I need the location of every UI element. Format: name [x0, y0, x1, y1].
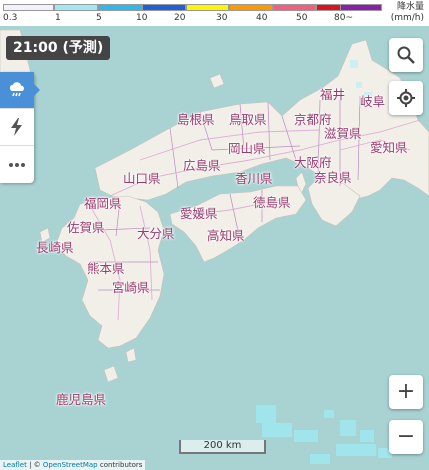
legend-color-8: [340, 4, 382, 11]
legend-tick: 30: [216, 13, 228, 23]
scale-label: 200 km: [203, 440, 242, 451]
pref-label-gifu: 岐阜: [360, 94, 386, 109]
precipitation-legend: 0.3 1 5 10 20 30 40 50 80~ 降水量 (mm/h): [0, 0, 429, 26]
legend-tick: 10: [136, 13, 148, 23]
pref-label-oita: 大分県: [137, 226, 175, 241]
legend-color-1: [54, 4, 98, 11]
zoom-in-icon: +: [396, 379, 416, 404]
more-icon: [9, 162, 25, 167]
locate-icon: [397, 89, 415, 107]
pref-label-ehime: 愛媛県: [180, 206, 218, 221]
map-attribution: Leaflet | © OpenStreetMap contributors: [0, 460, 146, 470]
rain-cloud-icon: [9, 82, 25, 97]
legend-color-4: [186, 4, 229, 11]
pref-label-okayama: 岡山県: [228, 141, 266, 156]
forecast-time-badge: 21:00 (予測): [6, 36, 111, 60]
legend-color-3: [142, 4, 186, 11]
leaflet-link[interactable]: Leaflet: [3, 461, 27, 469]
legend-title-text: 降水量: [396, 2, 424, 12]
pref-label-kumamoto: 熊本県: [87, 261, 125, 276]
pref-label-yamaguchi: 山口県: [123, 171, 161, 186]
osm-link[interactable]: OpenStreetMap: [43, 461, 98, 469]
layer-toolbar: [0, 72, 40, 183]
legend-tick: 80~: [334, 13, 353, 23]
map-stage[interactable]: 福井 岐阜 島根県 鳥取県 京都府 滋賀県 愛知県 岡山県 広島県 大阪府 山口…: [0, 0, 429, 470]
pref-label-fukui: 福井: [320, 87, 346, 102]
pref-label-fukuoka: 福岡県: [84, 196, 122, 211]
legend-color-0: [3, 4, 54, 11]
pref-label-saga: 佐賀県: [67, 220, 105, 235]
pref-label-kagoshima: 鹿児島県: [56, 392, 107, 407]
legend-color-5: [229, 4, 273, 11]
legend-title: 降水量 (mm/h): [391, 2, 424, 24]
attribution-tail: contributors: [97, 461, 143, 469]
legend-unit-text: (mm/h): [390, 13, 424, 23]
legend-color-6: [273, 4, 316, 11]
legend-tick: 40: [256, 13, 268, 23]
pref-label-shimane: 島根県: [177, 112, 215, 127]
rain-layer-button[interactable]: [0, 72, 40, 109]
scale-bar: 200 km: [179, 440, 266, 454]
legend-tick: 1: [55, 13, 61, 23]
pref-label-tokushima: 徳島県: [253, 195, 291, 210]
pref-label-hiroshima: 広島県: [183, 158, 221, 173]
lightning-icon: [11, 118, 22, 136]
search-button[interactable]: [389, 38, 423, 72]
pref-label-osaka: 大阪府: [294, 155, 332, 170]
pref-label-miyazaki: 宮崎県: [112, 280, 150, 295]
pref-label-kagawa: 香川県: [235, 171, 273, 186]
more-layers-button[interactable]: [0, 146, 34, 183]
zoom-out-button[interactable]: −: [389, 420, 423, 454]
legend-tick: 50: [296, 13, 308, 23]
legend-tick: 5: [96, 13, 102, 23]
search-icon: [397, 46, 415, 64]
lightning-layer-button[interactable]: [0, 109, 34, 146]
pref-label-tottori: 鳥取県: [229, 112, 267, 127]
pref-label-kochi: 高知県: [207, 228, 245, 243]
attribution-separator: | ©: [26, 461, 43, 469]
pref-label-aichi: 愛知県: [370, 140, 408, 155]
pref-label-nagasaki: 長崎県: [36, 240, 74, 255]
legend-tick: 0.3: [3, 13, 18, 23]
legend-tick: 20: [174, 13, 186, 23]
zoom-out-icon: −: [396, 424, 416, 449]
legend-color-2: [98, 4, 142, 11]
locate-button[interactable]: [389, 81, 423, 115]
pref-label-shiga: 滋賀県: [324, 126, 362, 141]
zoom-in-button[interactable]: +: [389, 375, 423, 409]
pref-label-nara: 奈良県: [314, 170, 352, 185]
pref-label-kyoto: 京都府: [294, 112, 332, 127]
